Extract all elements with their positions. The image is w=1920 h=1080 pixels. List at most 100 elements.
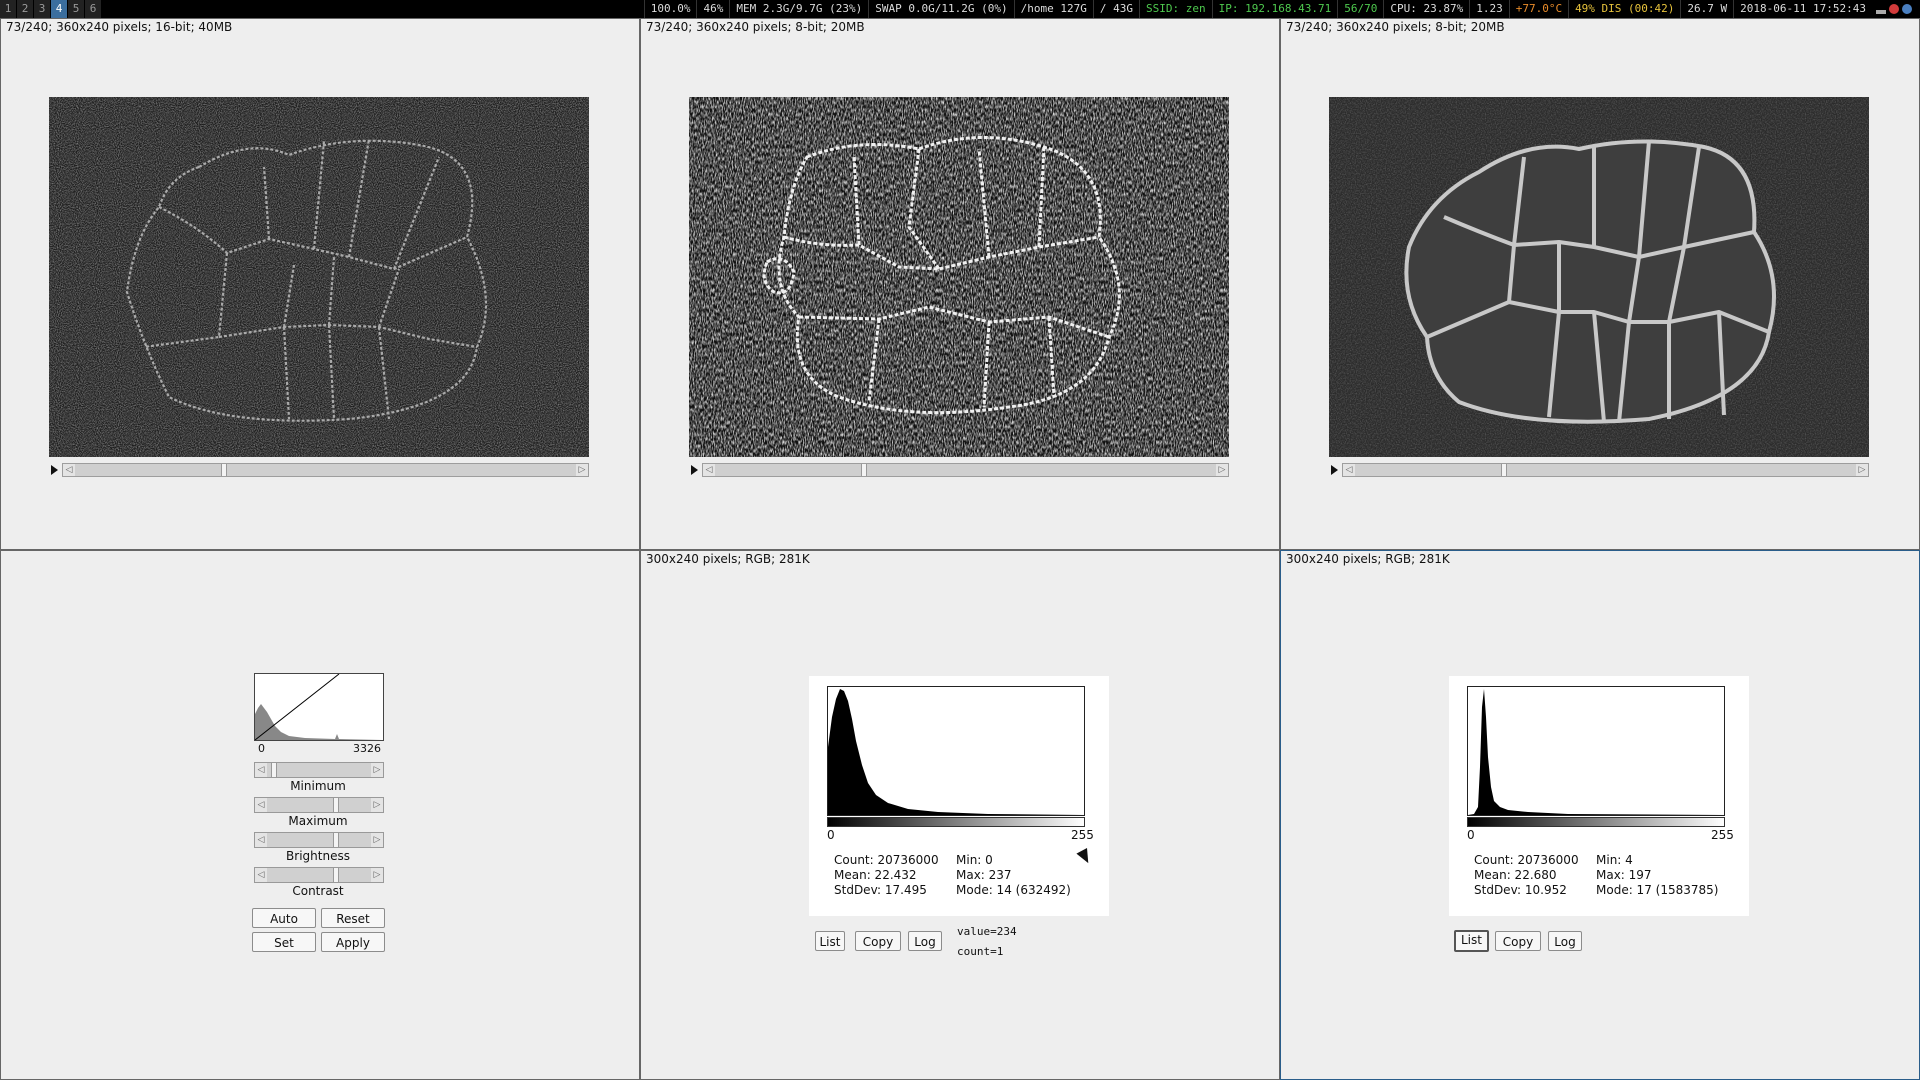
log-button[interactable]: Log: [908, 931, 942, 951]
memory-status: MEM 2.3G/9.7G (23%): [729, 0, 868, 18]
datetime-status: 2018-06-11 17:52:43: [1733, 0, 1872, 18]
max-stat: Max: 197: [1596, 868, 1652, 882]
stack-slider[interactable]: ◁ ▷: [62, 463, 589, 477]
right-arrow-icon[interactable]: ▷: [371, 763, 383, 777]
stack-slider[interactable]: ◁ ▷: [702, 463, 1229, 477]
mode-stat: Mode: 17 (1583785): [1596, 883, 1719, 897]
workspace-5[interactable]: 5: [68, 0, 85, 18]
copy-button[interactable]: Copy: [1495, 931, 1541, 951]
load-status: 1.23: [1469, 0, 1509, 18]
bc-histogram: [254, 673, 384, 741]
image-info: 73/240; 360x240 pixels; 16-bit; 40MB: [6, 20, 233, 34]
workspace-3[interactable]: 3: [34, 0, 51, 18]
ssid-status: SSID: zen: [1139, 0, 1212, 18]
histogram-info: 300x240 pixels; RGB; 281K: [1286, 552, 1450, 566]
play-icon[interactable]: [51, 465, 58, 475]
image-canvas[interactable]: [1329, 97, 1869, 457]
slider-thumb[interactable]: [333, 868, 339, 882]
system-status: 100.0% 46% MEM 2.3G/9.7G (23%) SWAP 0.0G…: [643, 0, 1916, 18]
cursor-count-readout: count=1: [957, 945, 1004, 958]
axis-max-label: 255: [1071, 828, 1094, 842]
network-icon[interactable]: [1902, 4, 1912, 14]
bc-hist-max: 3326: [353, 742, 381, 755]
slider-thumb[interactable]: [861, 464, 867, 476]
stack-slider-row: ◁ ▷: [689, 463, 1229, 477]
right-arrow-icon[interactable]: ▷: [371, 868, 383, 882]
right-arrow-icon[interactable]: ▷: [371, 798, 383, 812]
minimum-slider[interactable]: ◁ ▷: [254, 762, 384, 778]
stddev-stat: StdDev: 17.495: [834, 883, 927, 897]
image-info: 73/240; 360x240 pixels; 8-bit; 20MB: [1286, 20, 1505, 34]
axis-min-label: 0: [1467, 828, 1475, 842]
list-button[interactable]: List: [815, 931, 845, 951]
status-bar: 1 2 3 4 5 6 100.0% 46% MEM 2.3G/9.7G (23…: [0, 0, 1920, 18]
axis-max-label: 255: [1711, 828, 1734, 842]
battery-status: 49% DIS (00:42): [1568, 0, 1680, 18]
histogram-plot: [1467, 686, 1725, 816]
cpu-status: CPU: 23.87%: [1383, 0, 1469, 18]
workspace-4[interactable]: 4: [51, 0, 68, 18]
home-disk-status: /home 127G: [1013, 0, 1093, 18]
image-canvas[interactable]: [49, 97, 589, 457]
ip-status: IP: 192.168.43.71: [1211, 0, 1338, 18]
histogram-card-a: 0 255 Count: 20736000 Mean: 22.432 StdDe…: [809, 676, 1109, 916]
apply-button[interactable]: Apply: [321, 932, 385, 952]
play-icon[interactable]: [1331, 465, 1338, 475]
image-info: 73/240; 360x240 pixels; 8-bit; 20MB: [646, 20, 865, 34]
slider-right-arrow-icon[interactable]: ▷: [1216, 464, 1228, 476]
cursor-value-readout: value=234: [957, 925, 1017, 938]
slider-thumb[interactable]: [333, 798, 339, 812]
image-window-8bit-a: 73/240; 360x240 pixels; 8-bit; 20MB ◁ ▷: [640, 18, 1280, 550]
reset-button[interactable]: Reset: [321, 908, 385, 928]
slider-right-arrow-icon[interactable]: ▷: [576, 464, 588, 476]
contrast-slider[interactable]: ◁ ▷: [254, 867, 384, 883]
copy-button[interactable]: Copy: [855, 931, 901, 951]
max-stat: Max: 237: [956, 868, 1012, 882]
auto-button[interactable]: Auto: [252, 908, 316, 928]
mode-stat: Mode: 14 (632492): [956, 883, 1071, 897]
image-canvas[interactable]: [689, 97, 1229, 457]
brightness-label: Brightness: [286, 849, 350, 863]
histogram-gradient-bar: [1467, 817, 1725, 827]
slider-left-arrow-icon[interactable]: ◁: [63, 464, 75, 476]
left-arrow-icon[interactable]: ◁: [255, 868, 267, 882]
mean-stat: Mean: 22.680: [1474, 868, 1557, 882]
slider-left-arrow-icon[interactable]: ◁: [1343, 464, 1355, 476]
play-icon[interactable]: [691, 465, 698, 475]
contrast-label: Contrast: [292, 884, 344, 898]
slider-thumb[interactable]: [221, 464, 227, 476]
right-arrow-icon[interactable]: ▷: [371, 833, 383, 847]
bc-hist-min: 0: [258, 742, 265, 755]
left-arrow-icon[interactable]: ◁: [255, 763, 267, 777]
left-arrow-icon[interactable]: ◁: [255, 833, 267, 847]
min-stat: Min: 0: [956, 853, 993, 867]
signal-icon[interactable]: [1876, 4, 1886, 14]
maximum-slider[interactable]: ◁ ▷: [254, 797, 384, 813]
workspace-2[interactable]: 2: [17, 0, 34, 18]
list-button[interactable]: List: [1454, 930, 1489, 952]
left-arrow-icon[interactable]: ◁: [255, 798, 267, 812]
tray: [1872, 0, 1916, 18]
workspace-switcher: 1 2 3 4 5 6: [0, 0, 102, 18]
mean-stat: Mean: 22.432: [834, 868, 917, 882]
workspace-1[interactable]: 1: [0, 0, 17, 18]
count-stat: Count: 20736000: [1474, 853, 1579, 867]
cell-image: [689, 97, 1229, 457]
set-button[interactable]: Set: [252, 932, 316, 952]
slider-right-arrow-icon[interactable]: ▷: [1856, 464, 1868, 476]
slider-thumb[interactable]: [333, 833, 339, 847]
brightness-slider[interactable]: ◁ ▷: [254, 832, 384, 848]
workspace-6[interactable]: 6: [85, 0, 102, 18]
cell-image: [1329, 97, 1869, 457]
stddev-stat: StdDev: 10.952: [1474, 883, 1567, 897]
histogram-plot: [827, 686, 1085, 816]
power-icon[interactable]: [1889, 4, 1899, 14]
stack-slider[interactable]: ◁ ▷: [1342, 463, 1869, 477]
slider-thumb[interactable]: [271, 763, 277, 777]
slider-thumb[interactable]: [1501, 464, 1507, 476]
wifi-quality-status: 56/70: [1337, 0, 1383, 18]
min-stat: Min: 4: [1596, 853, 1633, 867]
log-button[interactable]: Log: [1548, 931, 1582, 951]
slider-left-arrow-icon[interactable]: ◁: [703, 464, 715, 476]
stack-slider-row: ◁ ▷: [1329, 463, 1869, 477]
